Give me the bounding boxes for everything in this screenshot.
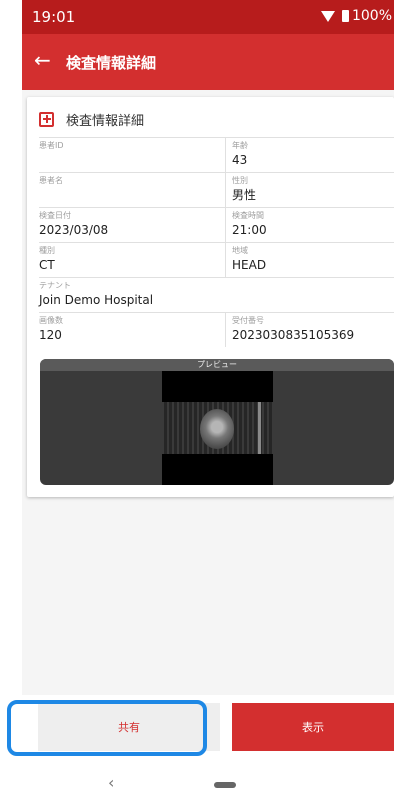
info-row: テナント Join Demo Hospital: [39, 277, 394, 312]
battery-icon: [341, 10, 349, 22]
system-nav-bar: ‹: [22, 757, 394, 807]
field-label: テナント: [39, 281, 71, 290]
back-arrow-icon[interactable]: ←: [34, 48, 51, 72]
modality-cell: 種別 CT: [39, 243, 225, 277]
region-cell: 地域 HEAD: [225, 243, 394, 277]
status-time: 19:01: [32, 8, 76, 26]
field-label: 種別: [39, 246, 55, 255]
info-row: 種別 CT 地域 HEAD: [39, 242, 394, 277]
exam-date-cell: 検査日付 2023/03/08: [39, 208, 225, 242]
field-label: 患者ID: [39, 141, 64, 150]
info-row: 検査日付 2023/03/08 検査時間 21:00: [39, 207, 394, 242]
ct-scan-image: [162, 402, 273, 454]
field-label: 検査時間: [232, 211, 264, 220]
field-label: 性別: [232, 176, 248, 185]
field-label: 年齢: [232, 141, 248, 150]
show-button[interactable]: 表示: [232, 703, 394, 751]
field-value: 2023030835105369: [232, 328, 355, 342]
ct-thumbnail: [162, 371, 273, 485]
nav-home-icon[interactable]: [214, 782, 236, 788]
page-title: 検査情報詳細: [66, 54, 157, 72]
field-label: 画像数: [39, 316, 63, 325]
exam-time-cell: 検査時間 21:00: [225, 208, 394, 242]
share-button-highlight: [7, 700, 207, 756]
image-preview[interactable]: プレビュー: [40, 359, 394, 485]
medical-kit-icon: [39, 111, 54, 127]
patient-id-cell: 患者ID: [39, 138, 225, 172]
app-bar: ← 検査情報詳細: [22, 34, 394, 90]
field-value: CT: [39, 258, 55, 272]
field-label: 患者名: [39, 176, 63, 185]
card-title: 検査情報詳細: [66, 113, 145, 129]
preview-label: プレビュー: [40, 359, 394, 371]
info-row: 患者名 性別 男性: [39, 172, 394, 207]
battery-level: 100%: [351, 8, 392, 24]
info-rows: 患者ID 年齢 43 患者名 性別 男性 検査日付 2023/03/08 検査時…: [39, 137, 394, 347]
status-icons: 100%: [320, 8, 392, 24]
phone-screen: 19:01 100% ← 検査情報詳細 検査情報詳細 患者ID 年齢 43 患者…: [22, 0, 394, 807]
field-label: 地域: [232, 246, 248, 255]
info-row: 画像数 120 受付番号 2023030835105369: [39, 312, 394, 347]
field-value: 男性: [232, 188, 257, 202]
status-bar: 19:01 100%: [22, 0, 394, 34]
patient-name-cell: 患者名: [39, 173, 225, 207]
field-label: 受付番号: [232, 316, 264, 325]
image-count-cell: 画像数 120: [39, 313, 225, 347]
field-value: 2023/03/08: [39, 223, 109, 237]
field-value: 43: [232, 153, 248, 167]
field-value: 120: [39, 328, 62, 342]
head-scan-shape: [200, 409, 234, 449]
nav-back-icon[interactable]: ‹: [108, 773, 114, 792]
field-value: 21:00: [232, 223, 267, 237]
accession-number-cell: 受付番号 2023030835105369: [225, 313, 394, 347]
field-value: HEAD: [232, 258, 267, 272]
exam-info-card: 検査情報詳細 患者ID 年齢 43 患者名 性別 男性 検査日付 2023/03…: [27, 97, 394, 497]
tenant-cell: テナント Join Demo Hospital: [39, 278, 394, 312]
wifi-icon: [320, 10, 335, 22]
sex-cell: 性別 男性: [225, 173, 394, 207]
field-value: Join Demo Hospital: [39, 293, 154, 307]
info-row: 患者ID 年齢 43: [39, 137, 394, 172]
age-cell: 年齢 43: [225, 138, 394, 172]
card-header: 検査情報詳細: [39, 107, 144, 131]
field-label: 検査日付: [39, 211, 71, 220]
